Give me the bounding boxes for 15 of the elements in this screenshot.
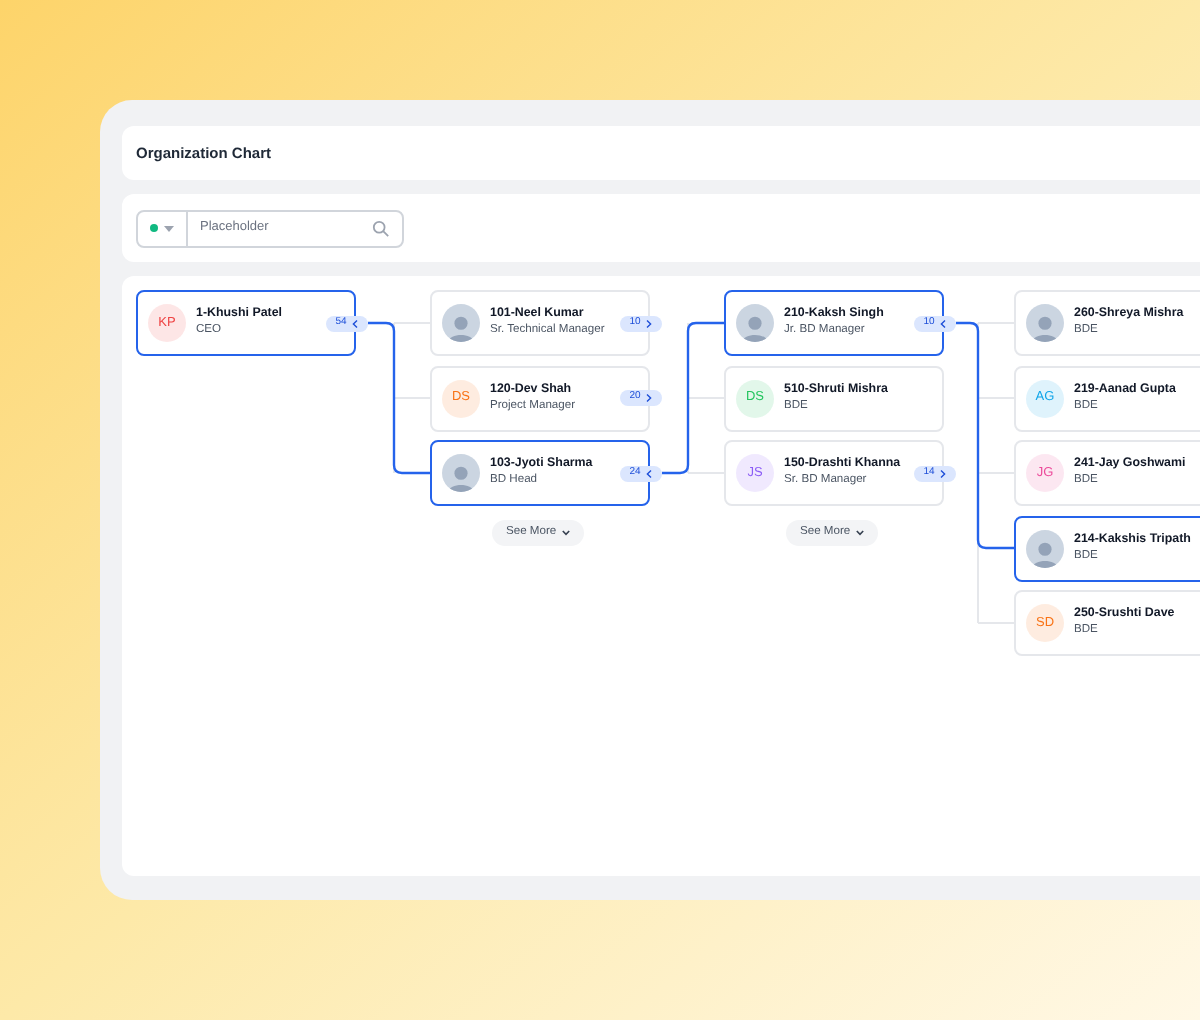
chevron-down-icon — [856, 530, 865, 536]
avatar-placeholder — [1026, 304, 1064, 342]
avatar-placeholder — [442, 304, 480, 342]
chevron-icon — [940, 469, 947, 477]
avatar-placeholder — [1026, 529, 1064, 567]
chevron-icon — [646, 394, 653, 402]
avatar-placeholder — [442, 454, 480, 492]
search-icon[interactable] — [372, 219, 390, 237]
chevron-icon — [940, 319, 947, 327]
chevron-icon — [646, 469, 653, 477]
chevron-icon — [646, 319, 653, 327]
chevron-down-icon — [562, 530, 571, 536]
caret-icon — [164, 225, 174, 231]
avatar-placeholder — [736, 304, 774, 342]
chevron-icon — [352, 319, 359, 327]
